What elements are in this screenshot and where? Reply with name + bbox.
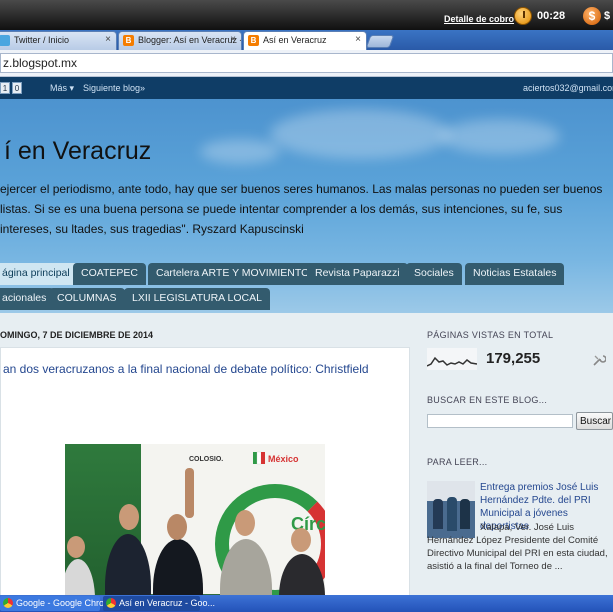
taskbar-item-label: Así en Veracruz - Goo...: [119, 598, 216, 608]
pri-logo-text: México: [268, 454, 299, 464]
address-bar: z.blogspot.mx: [0, 50, 613, 77]
navbar-counter-box[interactable]: 0: [12, 82, 22, 94]
photo-person-head: [67, 536, 85, 558]
blog-header: í en Veracruz ejercer el periodismo, ant…: [0, 99, 613, 313]
windows-taskbar: Google - Google Chrome Así en Veracruz -…: [0, 595, 613, 612]
post-photo[interactable]: COLOSIO. México Círc: [65, 444, 325, 595]
more-menu[interactable]: Más ▾: [50, 83, 74, 94]
chrome-icon: [3, 598, 13, 608]
blog-title[interactable]: í en Veracruz: [4, 137, 151, 166]
nav-tab-revista-paparazzi[interactable]: Revista Paparazzi: [307, 263, 408, 285]
cloud-decoration: [270, 109, 450, 159]
system-top-bar: Detalle de cobro 00:28 $ $: [0, 0, 613, 30]
post-title[interactable]: an dos veracruzanos a la final nacional …: [3, 362, 369, 376]
taskbar-item-google-chrome[interactable]: Google - Google Chrome: [0, 596, 117, 611]
search-heading: BUSCAR EN ESTE BLOG...: [427, 395, 548, 405]
nav-tab-home[interactable]: ágina principal: [0, 263, 78, 285]
url-field[interactable]: z.blogspot.mx: [0, 53, 613, 73]
pageviews-sparkline-icon: [427, 348, 477, 370]
tab-label: Blogger: Así en Veracruz - Tú: [138, 35, 241, 45]
taskbar-item-label: Google - Google Chrome: [16, 598, 117, 608]
user-email[interactable]: aciertos032@gmail.com: [523, 83, 613, 93]
blog-content: OMINGO, 7 DE DICIEMBRE DE 2014 an dos ve…: [0, 313, 613, 595]
chrome-icon: [106, 598, 116, 608]
money-icon[interactable]: $: [583, 7, 601, 25]
pageviews-count: 179,255: [486, 350, 541, 367]
photo-raised-arm: [185, 468, 194, 518]
clock-icon: [514, 7, 532, 25]
tab-close-icon[interactable]: ×: [230, 34, 236, 45]
read-heading: PARA LEER...: [427, 457, 488, 467]
post-date-header: OMINGO, 7 DE DICIEMBRE DE 2014: [0, 330, 154, 340]
navbar-counter-box[interactable]: 1: [0, 82, 10, 94]
new-tab-button[interactable]: [365, 35, 395, 48]
cloud-decoration: [200, 139, 280, 164]
blog-description: ejercer el periodismo, ante todo, hay qu…: [0, 182, 603, 236]
money-text: $: [604, 10, 611, 22]
tab-twitter[interactable]: Twitter / Inicio ×: [0, 31, 117, 50]
blogger-favicon-icon: B: [248, 35, 259, 46]
search-button[interactable]: Buscar: [576, 412, 613, 430]
pageviews-heading: PÁGINAS VISTAS EN TOTAL: [427, 330, 554, 340]
photo-person-head: [167, 514, 187, 540]
taskbar-item-asi-en-veracruz[interactable]: Así en Veracruz - Goo...: [103, 596, 215, 611]
tab-blogger[interactable]: B Blogger: Así en Veracruz - Tú ×: [118, 31, 242, 50]
tab-close-icon[interactable]: ×: [355, 34, 361, 45]
photo-person-head: [119, 504, 139, 530]
tab-label: Twitter / Inicio: [14, 35, 70, 45]
blogger-favicon-icon: B: [123, 35, 134, 46]
tab-asi-en-veracruz[interactable]: B Así en Veracruz ×: [243, 31, 367, 50]
nav-tab-sociales[interactable]: Sociales: [406, 263, 462, 285]
nav-tab-coatepec[interactable]: COATEPEC: [73, 263, 146, 285]
nav-tab-noticias-estatales[interactable]: Noticias Estatales: [465, 263, 565, 285]
nav-tab-legislatura[interactable]: LXII LEGISLATURA LOCAL: [124, 288, 270, 310]
billing-detail-link[interactable]: Detalle de cobro: [444, 14, 514, 24]
cloud-decoration: [440, 119, 560, 154]
tab-label: Así en Veracruz: [263, 35, 327, 45]
browser-tab-strip: Twitter / Inicio × B Blogger: Así en Ver…: [0, 30, 613, 50]
photo-person-head: [235, 510, 255, 536]
tab-close-icon[interactable]: ×: [105, 34, 111, 45]
clock-time: 00:28: [537, 10, 566, 22]
next-blog-link[interactable]: Siguiente blog»: [83, 83, 145, 93]
blog-search-input[interactable]: [427, 414, 573, 428]
blogger-navbar: 1 0 Más ▾ Siguiente blog» aciertos032@gm…: [0, 77, 613, 99]
pri-logo-icon: México: [253, 451, 299, 465]
side-post-snippet: Xalapa, Ver. José Luis Hernández López P…: [427, 522, 608, 572]
post-container: an dos veracruzanos a la final nacional …: [0, 347, 410, 595]
twitter-favicon-icon: [0, 35, 10, 46]
nav-tab-columnas[interactable]: COLUMNAS: [49, 288, 125, 310]
wrench-icon[interactable]: [592, 353, 606, 367]
nav-tab-cartelera[interactable]: Cartelera ARTE Y MOVIMIENTO: [148, 263, 318, 285]
photo-banner-text: COLOSIO.: [189, 456, 224, 463]
photo-person-head: [291, 528, 311, 552]
nav-tab-nacionales[interactable]: acionales: [0, 288, 55, 310]
